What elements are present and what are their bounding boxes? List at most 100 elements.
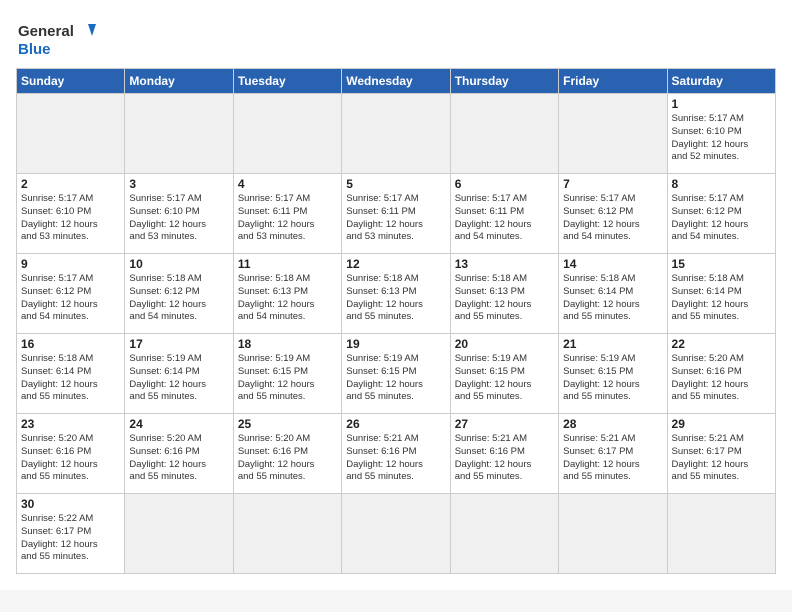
weekday-header: Wednesday — [342, 69, 450, 94]
day-number: 26 — [346, 417, 445, 431]
day-number: 10 — [129, 257, 228, 271]
day-number: 25 — [238, 417, 337, 431]
calendar-page: General Blue SundayMondayTuesdayWednesda… — [0, 0, 792, 590]
day-info: Sunrise: 5:18 AMSunset: 6:13 PMDaylight:… — [238, 273, 337, 324]
calendar-cell — [17, 94, 125, 174]
day-info: Sunrise: 5:19 AMSunset: 6:15 PMDaylight:… — [238, 353, 337, 404]
calendar-cell — [233, 94, 341, 174]
calendar-cell: 13 Sunrise: 5:18 AMSunset: 6:13 PMDayligh… — [450, 254, 558, 334]
calendar-cell: 19Sunrise: 5:19 AMSunset: 6:15 PMDayligh… — [342, 334, 450, 414]
day-info: Sunrise: 5:19 AMSunset: 6:14 PMDaylight:… — [129, 353, 228, 404]
day-number: 17 — [129, 337, 228, 351]
day-info: Sunrise: 5:17 AMSunset: 6:11 PMDaylight:… — [455, 193, 554, 244]
calendar-cell: 14 Sunrise: 5:18 AMSunset: 6:14 PMDayligh… — [559, 254, 667, 334]
calendar-cell — [233, 494, 341, 574]
weekday-header: Saturday — [667, 69, 775, 94]
day-info: Sunrise: 5:17 AMSunset: 6:12 PMDaylight:… — [672, 193, 771, 244]
header: General Blue — [16, 16, 776, 60]
calendar-cell: 24 Sunrise: 5:20 AMSunset: 6:16 PMDayligh… — [125, 414, 233, 494]
day-number: 18 — [238, 337, 337, 351]
calendar-cell — [125, 494, 233, 574]
day-info: Sunrise: 5:19 AMSunset: 6:15 PMDaylight:… — [455, 353, 554, 404]
svg-text:General: General — [18, 23, 74, 40]
day-number: 13 — [455, 257, 554, 271]
day-info: Sunrise: 5:17 AMSunset: 6:11 PMDaylight:… — [346, 193, 445, 244]
day-number: 22 — [672, 337, 771, 351]
weekday-header: Monday — [125, 69, 233, 94]
day-info: Sunrise: 5:20 AMSunset: 6:16 PMDaylight:… — [21, 433, 120, 484]
calendar-cell: 9 Sunrise: 5:17 AMSunset: 6:12 PMDaylight… — [17, 254, 125, 334]
day-info: Sunrise: 5:22 AMSunset: 6:17 PMDaylight:… — [21, 513, 120, 564]
day-number: 30 — [21, 497, 120, 511]
calendar-cell: 22 Sunrise: 5:20 AMSunset: 6:16 PMDayligh… — [667, 334, 775, 414]
calendar-cell: 27Sunrise: 5:21 AMSunset: 6:16 PMDayligh… — [450, 414, 558, 494]
day-info: Sunrise: 5:17 AMSunset: 6:10 PMDaylight:… — [129, 193, 228, 244]
calendar-cell — [342, 94, 450, 174]
day-number: 16 — [21, 337, 120, 351]
day-info: Sunrise: 5:21 AMSunset: 6:16 PMDaylight:… — [346, 433, 445, 484]
calendar-cell: 2Sunrise: 5:17 AMSunset: 6:10 PMDaylight… — [17, 174, 125, 254]
day-number: 24 — [129, 417, 228, 431]
calendar-cell: 28Sunrise: 5:21 AMSunset: 6:17 PMDayligh… — [559, 414, 667, 494]
calendar-cell — [559, 94, 667, 174]
day-number: 15 — [672, 257, 771, 271]
generalblue-logo-icon: General Blue — [16, 16, 96, 60]
day-info: Sunrise: 5:18 AMSunset: 6:12 PMDaylight:… — [129, 273, 228, 324]
day-number: 6 — [455, 177, 554, 191]
day-info: Sunrise: 5:20 AMSunset: 6:16 PMDaylight:… — [672, 353, 771, 404]
calendar-cell: 16 Sunrise: 5:18 AMSunset: 6:14 PMDayligh… — [17, 334, 125, 414]
day-info: Sunrise: 5:18 AMSunset: 6:14 PMDaylight:… — [563, 273, 662, 324]
calendar-week-row: 1Sunrise: 5:17 AMSunset: 6:10 PMDaylight… — [17, 94, 776, 174]
day-info: Sunrise: 5:18 AMSunset: 6:14 PMDaylight:… — [21, 353, 120, 404]
day-info: Sunrise: 5:18 AMSunset: 6:13 PMDaylight:… — [455, 273, 554, 324]
weekday-header: Friday — [559, 69, 667, 94]
day-number: 8 — [672, 177, 771, 191]
calendar-cell: 7 Sunrise: 5:17 AMSunset: 6:12 PMDaylight… — [559, 174, 667, 254]
day-number: 14 — [563, 257, 662, 271]
day-number: 7 — [563, 177, 662, 191]
day-info: Sunrise: 5:17 AMSunset: 6:10 PMDaylight:… — [21, 193, 120, 244]
calendar-week-row: 23 Sunrise: 5:20 AMSunset: 6:16 PMDayligh… — [17, 414, 776, 494]
logo: General Blue — [16, 16, 96, 60]
calendar-cell: 5Sunrise: 5:17 AMSunset: 6:11 PMDaylight… — [342, 174, 450, 254]
calendar-week-row: 30 Sunrise: 5:22 AMSunset: 6:17 PMDayligh… — [17, 494, 776, 574]
calendar-cell: 17 Sunrise: 5:19 AMSunset: 6:14 PMDayligh… — [125, 334, 233, 414]
calendar-cell: 6 Sunrise: 5:17 AMSunset: 6:11 PMDaylight… — [450, 174, 558, 254]
calendar-cell: 30 Sunrise: 5:22 AMSunset: 6:17 PMDayligh… — [17, 494, 125, 574]
calendar-week-row: 16 Sunrise: 5:18 AMSunset: 6:14 PMDayligh… — [17, 334, 776, 414]
calendar-cell: 3Sunrise: 5:17 AMSunset: 6:10 PMDaylight… — [125, 174, 233, 254]
day-number: 11 — [238, 257, 337, 271]
day-info: Sunrise: 5:20 AMSunset: 6:16 PMDaylight:… — [238, 433, 337, 484]
calendar-cell: 26 Sunrise: 5:21 AMSunset: 6:16 PMDayligh… — [342, 414, 450, 494]
day-info: Sunrise: 5:19 AMSunset: 6:15 PMDaylight:… — [563, 353, 662, 404]
day-number: 1 — [672, 97, 771, 111]
calendar-cell: 25 Sunrise: 5:20 AMSunset: 6:16 PMDayligh… — [233, 414, 341, 494]
calendar-cell: 8 Sunrise: 5:17 AMSunset: 6:12 PMDaylight… — [667, 174, 775, 254]
calendar-cell — [342, 494, 450, 574]
day-info: Sunrise: 5:18 AMSunset: 6:14 PMDaylight:… — [672, 273, 771, 324]
calendar-cell: 4Sunrise: 5:17 AMSunset: 6:11 PMDaylight… — [233, 174, 341, 254]
calendar-cell — [125, 94, 233, 174]
day-number: 28 — [563, 417, 662, 431]
day-info: Sunrise: 5:17 AMSunset: 6:12 PMDaylight:… — [21, 273, 120, 324]
calendar-week-row: 9 Sunrise: 5:17 AMSunset: 6:12 PMDaylight… — [17, 254, 776, 334]
calendar-table: SundayMondayTuesdayWednesdayThursdayFrid… — [16, 68, 776, 574]
day-info: Sunrise: 5:17 AMSunset: 6:11 PMDaylight:… — [238, 193, 337, 244]
weekday-header: Thursday — [450, 69, 558, 94]
calendar-cell: 12Sunrise: 5:18 AMSunset: 6:13 PMDayligh… — [342, 254, 450, 334]
weekday-header: Sunday — [17, 69, 125, 94]
calendar-cell: 1Sunrise: 5:17 AMSunset: 6:10 PMDaylight… — [667, 94, 775, 174]
calendar-cell — [559, 494, 667, 574]
day-number: 29 — [672, 417, 771, 431]
day-number: 19 — [346, 337, 445, 351]
calendar-week-row: 2Sunrise: 5:17 AMSunset: 6:10 PMDaylight… — [17, 174, 776, 254]
calendar-cell: 15 Sunrise: 5:18 AMSunset: 6:14 PMDayligh… — [667, 254, 775, 334]
day-number: 23 — [21, 417, 120, 431]
day-number: 9 — [21, 257, 120, 271]
calendar-cell — [450, 94, 558, 174]
calendar-cell: 18 Sunrise: 5:19 AMSunset: 6:15 PMDayligh… — [233, 334, 341, 414]
day-info: Sunrise: 5:20 AMSunset: 6:16 PMDaylight:… — [129, 433, 228, 484]
calendar-cell: 29Sunrise: 5:21 AMSunset: 6:17 PMDayligh… — [667, 414, 775, 494]
calendar-cell — [450, 494, 558, 574]
day-info: Sunrise: 5:17 AMSunset: 6:12 PMDaylight:… — [563, 193, 662, 244]
